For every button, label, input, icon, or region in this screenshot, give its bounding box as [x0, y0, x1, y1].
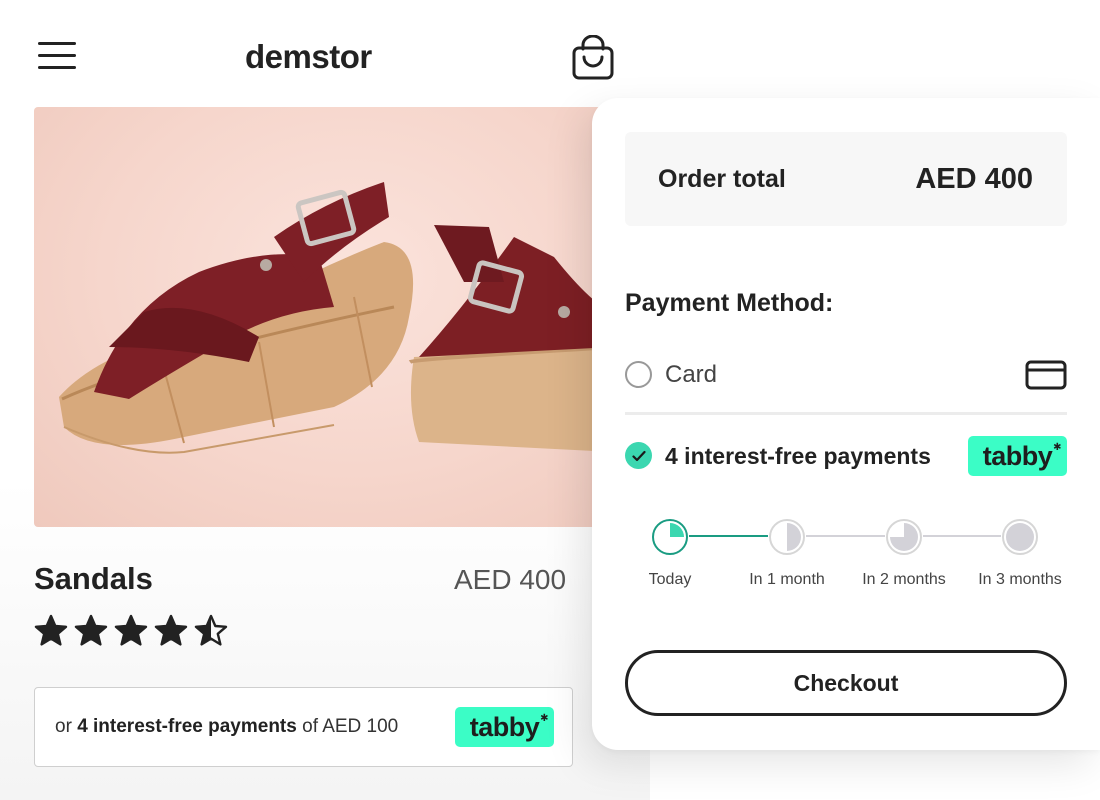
- order-total-box: Order total AED 400: [625, 132, 1067, 226]
- option-divider: [625, 412, 1067, 415]
- product-name: Sandals: [34, 561, 153, 596]
- schedule-connector: [806, 535, 885, 537]
- order-total-value: AED 400: [915, 163, 1033, 195]
- credit-card-icon: [1025, 360, 1067, 390]
- installment-promo[interactable]: or 4 interest-free payments of AED 100 t…: [34, 687, 573, 767]
- schedule-connector: [923, 535, 1001, 537]
- tabby-option-label: 4 interest-free payments: [665, 443, 931, 469]
- promo-text: or 4 interest-free payments of AED 100: [55, 716, 399, 737]
- tabby-logo-badge: tabby ✱: [968, 436, 1067, 476]
- card-option-label: Card: [665, 361, 718, 388]
- star-half-icon: [194, 614, 228, 646]
- payment-schedule: Today In 1 month In 2 months In 3 months: [625, 518, 1067, 598]
- schedule-pie-icon: [1002, 519, 1038, 555]
- tabby-radio-checked[interactable]: [625, 442, 652, 469]
- card-radio[interactable]: [625, 361, 652, 388]
- hamburger-menu-icon[interactable]: [36, 40, 78, 72]
- schedule-pie-icon: [652, 519, 688, 555]
- schedule-pie-icon: [886, 519, 922, 555]
- star-full-icon: [154, 614, 188, 646]
- payment-method-title: Payment Method:: [625, 289, 834, 317]
- product-image[interactable]: [34, 107, 614, 527]
- checkout-panel: Order total AED 400 Payment Method: Card…: [592, 98, 1100, 750]
- payment-option-card[interactable]: Card: [625, 353, 1067, 399]
- payment-option-tabby[interactable]: 4 interest-free payments tabby ✱: [625, 434, 1067, 478]
- store-logo[interactable]: demstor: [245, 38, 372, 76]
- menu-line: [38, 66, 76, 69]
- schedule-label: In 3 months: [978, 571, 1062, 588]
- schedule-label: In 2 months: [862, 571, 946, 588]
- schedule-label: Today: [648, 571, 692, 588]
- star-full-icon: [34, 614, 68, 646]
- schedule-connector: [689, 535, 768, 537]
- menu-line: [38, 54, 76, 57]
- menu-line: [38, 42, 76, 45]
- checkout-button[interactable]: Checkout: [625, 650, 1067, 716]
- check-icon: [631, 450, 646, 461]
- shopping-bag-icon[interactable]: [571, 34, 615, 81]
- product-price: AED 400: [454, 564, 567, 595]
- star-full-icon: [114, 614, 148, 646]
- order-total-label: Order total: [658, 165, 786, 193]
- schedule-label: In 1 month: [749, 571, 825, 588]
- schedule-pie-icon: [769, 519, 805, 555]
- promo-highlight: 4 interest-free payments: [77, 716, 297, 737]
- rating-stars: [34, 614, 228, 648]
- sandals-illustration: [59, 182, 614, 454]
- tabby-logo-badge: tabby ✱: [455, 707, 554, 747]
- star-full-icon: [74, 614, 108, 646]
